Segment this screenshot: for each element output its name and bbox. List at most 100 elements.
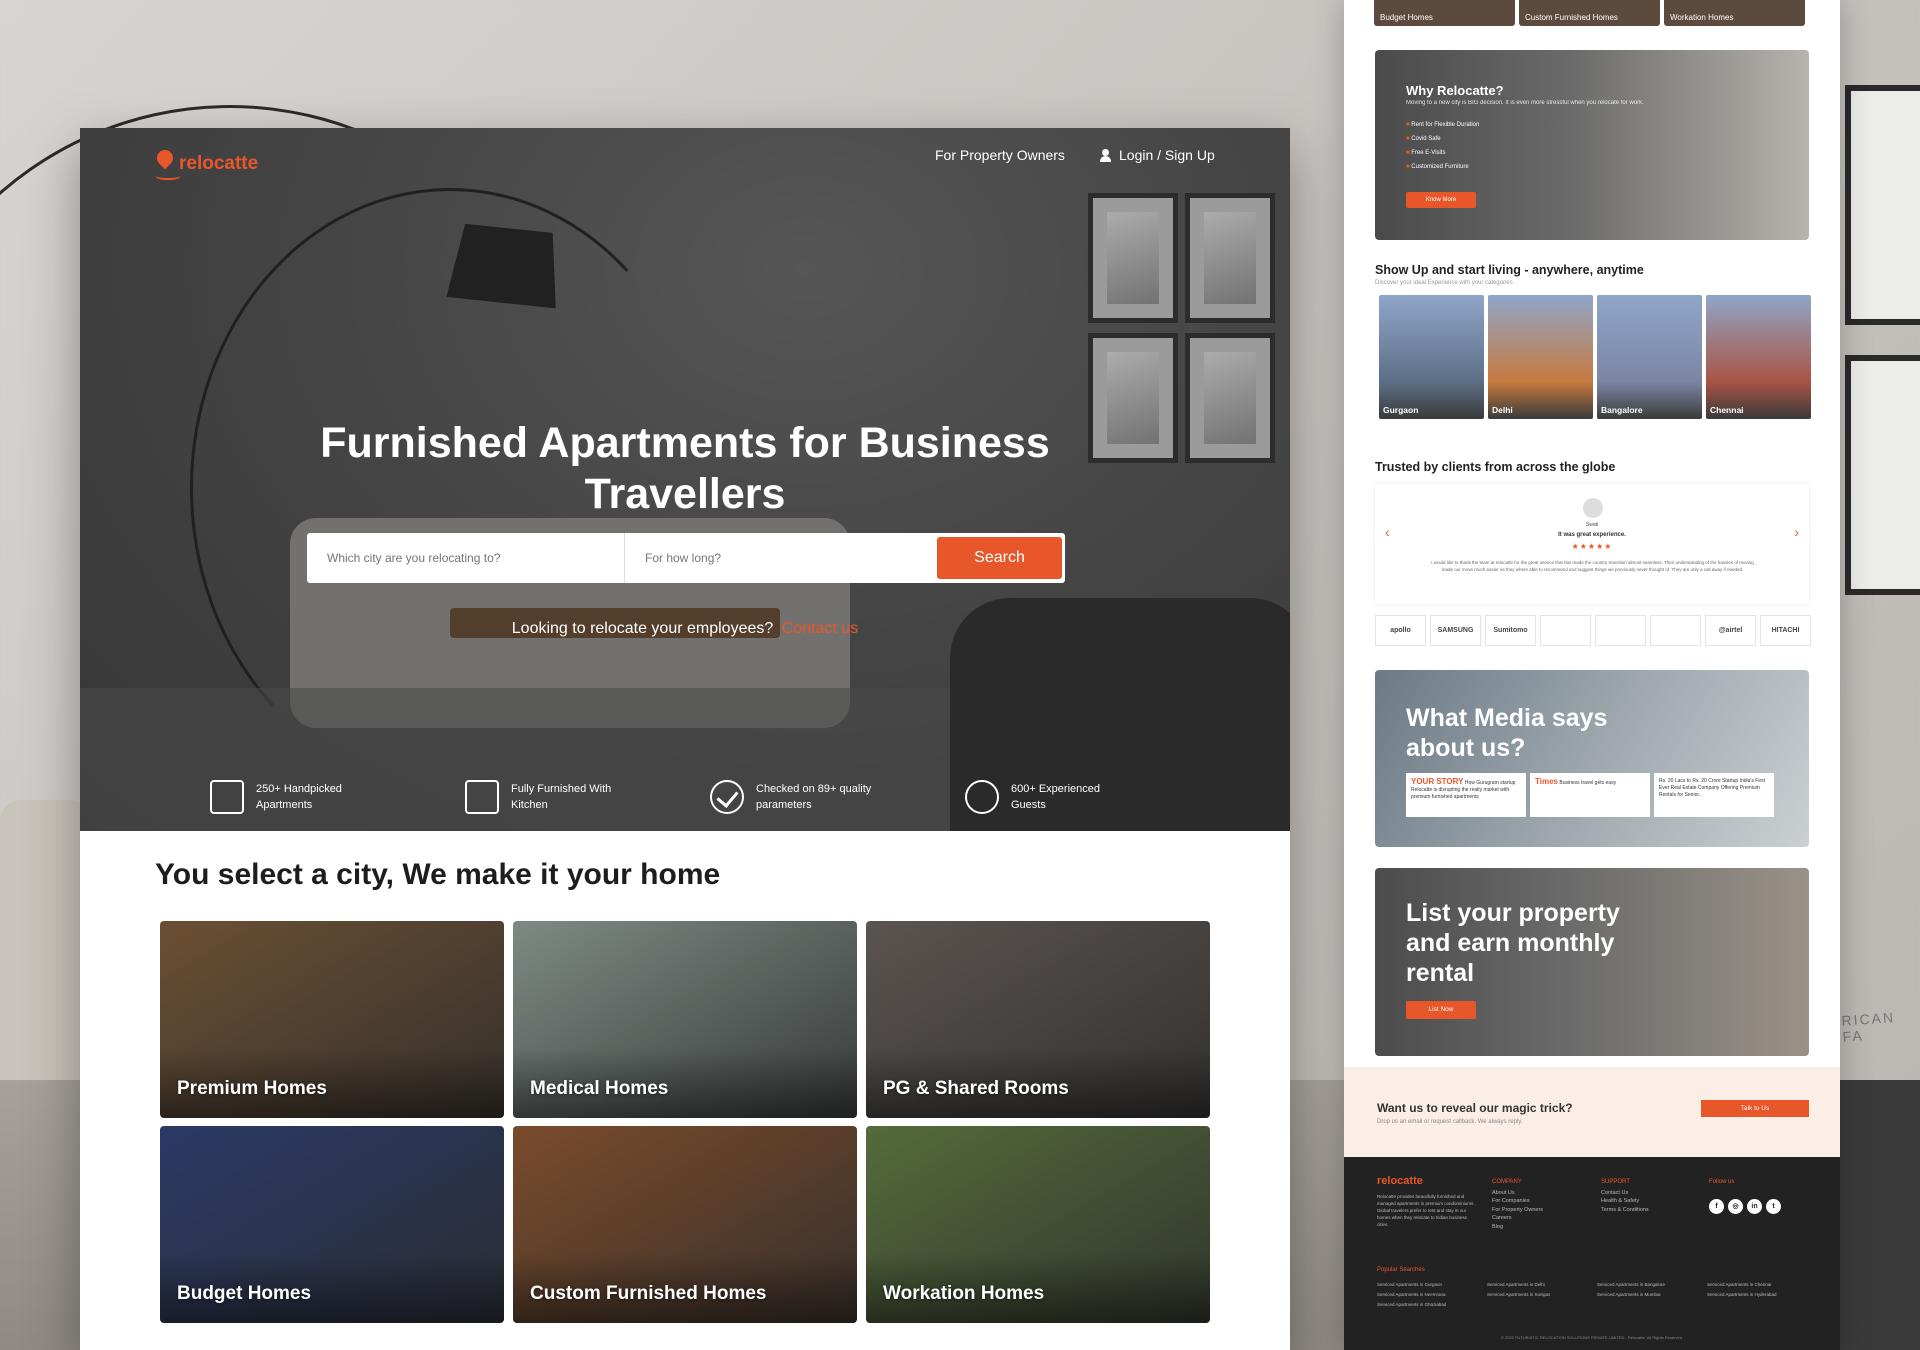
popular-link[interactable]: Serviced Apartments in Chennai xyxy=(1707,1280,1817,1290)
talk-to-us-button[interactable]: Talk to Us xyxy=(1701,1100,1809,1117)
city-card-delhi[interactable]: Delhi xyxy=(1488,295,1593,419)
popular-link[interactable]: Serviced Apartments in Mumbai xyxy=(1597,1290,1707,1300)
footer-link[interactable]: Contact Us xyxy=(1601,1189,1649,1198)
magic-trick-cta: Want us to reveal our magic trick? Drop … xyxy=(1344,1067,1840,1157)
social-links: f ◎ in t xyxy=(1709,1199,1781,1214)
popular-searches: Serviced Apartments in Gurgaon Serviced … xyxy=(1377,1280,1817,1310)
twitter-icon[interactable]: t xyxy=(1766,1199,1781,1214)
card-custom-furnished-homes[interactable]: Custom Furnished Homes xyxy=(513,1126,857,1323)
instagram-icon[interactable]: ◎ xyxy=(1728,1199,1743,1214)
card-label: Medical Homes xyxy=(530,1078,669,1099)
location-pin-icon xyxy=(155,150,181,180)
logo-text: relocatte xyxy=(179,153,259,174)
footer-link[interactable]: About Us xyxy=(1492,1189,1543,1198)
client-logo: @airtel xyxy=(1705,615,1756,646)
building-icon xyxy=(210,780,244,814)
side-card-workation[interactable]: Workation Homes xyxy=(1664,0,1805,26)
media-card[interactable]: Rs. 20 Lacs to Rs. 20 Crore Startup Indi… xyxy=(1654,773,1774,817)
city-card-bangalore[interactable]: Bangalore xyxy=(1597,295,1702,419)
why-item: Rent for Flexible Duration xyxy=(1406,118,1479,132)
side-screen: Budget Homes Custom Furnished Homes Work… xyxy=(1344,0,1840,1350)
popular-link[interactable]: Serviced Apartments in Sonipat xyxy=(1487,1290,1597,1300)
media-cards: YOUR STORY How Gurugram startup Relocatt… xyxy=(1406,773,1774,817)
list-property-banner: List your property and earn monthly rent… xyxy=(1375,868,1809,1056)
why-item: Covid Safe xyxy=(1406,132,1479,146)
popular-link[interactable]: Serviced Apartments in Gurgaon xyxy=(1377,1280,1487,1290)
backdrop-ottoman-text: RICAN FA xyxy=(1840,1009,1896,1045)
popular-link[interactable]: Serviced Apartments in Bangalore xyxy=(1597,1280,1707,1290)
card-premium-homes[interactable]: Premium Homes xyxy=(160,921,504,1118)
why-item: Customized Furniture xyxy=(1406,160,1479,174)
magic-subtitle: Drop us an email or request callback. We… xyxy=(1377,1119,1523,1125)
logo[interactable]: relocatte xyxy=(155,150,259,180)
side-card-budget-homes[interactable]: Budget Homes xyxy=(1374,0,1515,26)
check-circle-icon xyxy=(710,780,744,814)
feature-line: parameters xyxy=(756,799,812,811)
footer-support: SUPPORT Contact Us Health & Safety Terms… xyxy=(1601,1178,1649,1214)
footer-link[interactable]: Careers xyxy=(1492,1214,1543,1223)
nav-property-owners[interactable]: For Property Owners xyxy=(935,147,1065,163)
testimonial-card: ‹ › Swati It was great experience. ★★★★★… xyxy=(1375,484,1809,604)
duration-input[interactable] xyxy=(625,533,933,583)
footer-logo[interactable]: relocatte xyxy=(1377,1175,1423,1187)
card-label: Custom Furnished Homes xyxy=(530,1283,767,1304)
popular-link[interactable]: Serviced Apartments in Delhi xyxy=(1487,1280,1597,1290)
feature-line: Kitchen xyxy=(511,799,548,811)
card-workation-homes[interactable]: Workation Homes xyxy=(866,1126,1210,1323)
media-card-text: Business travel gets easy xyxy=(1559,780,1617,786)
city-grid: Gurgaon Delhi Bangalore Chennai xyxy=(1379,295,1811,419)
linkedin-icon[interactable]: in xyxy=(1747,1199,1762,1214)
relocate-line: Looking to relocate your employees? Cont… xyxy=(80,620,1290,638)
why-desc: Moving to a new city is BIG decision. It… xyxy=(1406,100,1644,106)
footer-link[interactable]: Blog xyxy=(1492,1223,1543,1232)
feature-line: Fully Furnished With xyxy=(511,783,612,795)
main-screen: relocatte For Property Owners Login / Si… xyxy=(80,128,1290,1350)
footer-link[interactable]: Terms & Conditions xyxy=(1601,1206,1649,1215)
popular-link[interactable]: Serviced Apartments in Hyderabad xyxy=(1707,1290,1817,1300)
footer-link[interactable]: Health & Safety xyxy=(1601,1197,1649,1206)
city-card-gurgaon[interactable]: Gurgaon xyxy=(1379,295,1484,419)
trusted-title: Trusted by clients from across the globe xyxy=(1375,460,1616,474)
why-title: Why Relocatte? xyxy=(1406,83,1504,98)
popular-link[interactable]: Serviced Apartments in Neemrana xyxy=(1377,1290,1487,1300)
testimonial-name: Swati xyxy=(1585,522,1599,528)
list-title: List your property and earn monthly rent… xyxy=(1406,899,1620,987)
footer-link[interactable]: For Companies xyxy=(1492,1197,1543,1206)
nav-login-signup[interactable]: Login / Sign Up xyxy=(1100,147,1215,163)
know-more-button[interactable]: Know More xyxy=(1406,192,1476,208)
city-card-chennai[interactable]: Chennai xyxy=(1706,295,1811,419)
card-medical-homes[interactable]: Medical Homes xyxy=(513,921,857,1118)
media-card[interactable]: Times Business travel gets easy xyxy=(1530,773,1650,817)
footer-col-title: SUPPORT xyxy=(1601,1179,1630,1185)
feature-line: Guests xyxy=(1011,799,1046,811)
city-label: Delhi xyxy=(1492,405,1513,415)
client-logo xyxy=(1595,615,1646,646)
footer-follow: Follow us xyxy=(1709,1178,1734,1189)
side-card-custom-furnished[interactable]: Custom Furnished Homes xyxy=(1519,0,1660,26)
side-card-label: Workation Homes xyxy=(1670,13,1734,22)
card-budget-homes[interactable]: Budget Homes xyxy=(160,1126,504,1323)
list-now-button[interactable]: List Now xyxy=(1406,1001,1476,1019)
showup-subtitle: Discover your ideal Experience with your… xyxy=(1375,280,1513,286)
card-pg-shared-rooms[interactable]: PG & Shared Rooms xyxy=(866,921,1210,1118)
search-button[interactable]: Search xyxy=(937,537,1062,579)
top-nav: relocatte For Property Owners Login / Si… xyxy=(80,128,1290,208)
copyright: © 2022 FUTURISTIC RELOCATION SOLUTIONS P… xyxy=(1500,1335,1684,1340)
feature-line: Apartments xyxy=(256,799,313,811)
side-top-cards: Budget Homes Custom Furnished Homes Work… xyxy=(1374,0,1805,26)
rating-stars: ★★★★★ xyxy=(1571,542,1613,551)
popular-link[interactable]: Serviced Apartments in Ghaziabad xyxy=(1377,1300,1487,1310)
why-item: Free E-Visits xyxy=(1406,146,1479,160)
city-input[interactable] xyxy=(307,533,625,583)
facebook-icon[interactable]: f xyxy=(1709,1199,1724,1214)
backdrop-frame xyxy=(1845,85,1920,325)
backdrop-frame xyxy=(1845,355,1920,595)
feature-kitchen: Fully Furnished With Kitchen xyxy=(465,780,641,814)
footer-link[interactable]: For Property Owners xyxy=(1492,1206,1543,1215)
client-logo: apollo xyxy=(1375,615,1426,646)
footer-col-title: COMPANY xyxy=(1492,1179,1522,1185)
hero: relocatte For Property Owners Login / Si… xyxy=(80,128,1290,831)
contact-us-link[interactable]: Contact us xyxy=(782,620,858,637)
media-card[interactable]: YOUR STORY How Gurugram startup Relocatt… xyxy=(1406,773,1526,817)
city-label: Chennai xyxy=(1710,405,1744,415)
